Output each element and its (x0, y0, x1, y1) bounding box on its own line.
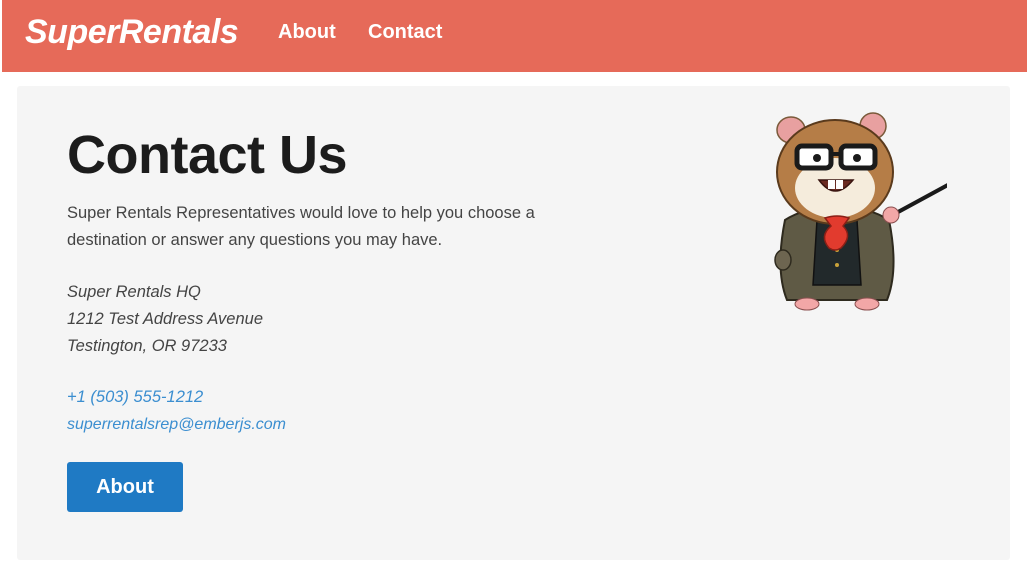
contact-links: +1 (503) 555-1212 superrentalsrep@emberj… (67, 384, 286, 438)
top-menu: SuperRentals About Contact (2, 0, 1027, 72)
jumbotron: Contact Us Super Rentals Representatives… (17, 86, 1010, 560)
tomster-mascot-image (774, 112, 947, 311)
nav-about-link[interactable]: About (278, 21, 336, 44)
address-city: Testington, OR 97233 (67, 337, 227, 355)
address-block: Super Rentals HQ 1212 Test Address Avenu… (67, 279, 263, 360)
nav-contact-link[interactable]: Contact (368, 21, 442, 44)
intro-text: Super Rentals Representatives would love… (67, 204, 535, 249)
phone-link[interactable]: +1 (503) 555-1212 (67, 384, 286, 411)
page-title: Contact Us (67, 125, 348, 185)
page: SuperRentals About Contact Contact Us Su… (0, 0, 1027, 565)
address-name: Super Rentals HQ (67, 283, 201, 301)
about-button[interactable]: About (67, 462, 183, 512)
email-link[interactable]: superrentalsrep@emberjs.com (67, 411, 286, 438)
brand-link[interactable]: SuperRentals (25, 13, 239, 52)
address-street: 1212 Test Address Avenue (67, 310, 264, 328)
